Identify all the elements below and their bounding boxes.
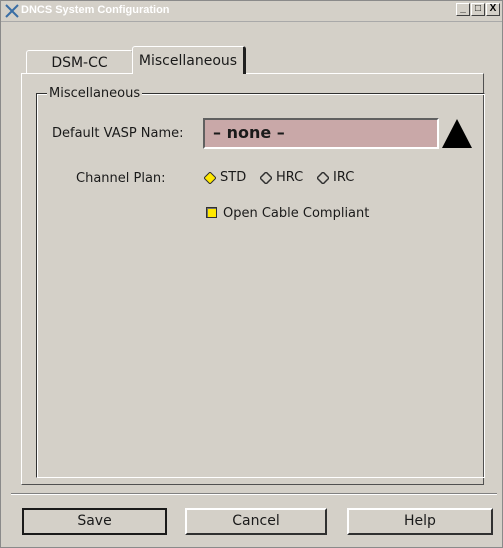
group-legend: Miscellaneous [47, 86, 143, 101]
radio-std[interactable]: STD [204, 170, 246, 185]
help-button[interactable]: Help [347, 508, 493, 535]
cancel-button[interactable]: Cancel [185, 508, 327, 535]
maximize-button[interactable]: □ [471, 3, 485, 16]
app-x-icon [5, 4, 19, 18]
open-cable-checkbox[interactable] [206, 207, 217, 218]
radio-std-label: STD [220, 170, 247, 185]
dialog-window: DNCS System Configuration _ □ X DSM-CC M… [0, 0, 503, 548]
radio-unselected-icon [317, 171, 329, 184]
miscellaneous-group [36, 93, 485, 478]
window-controls: _ □ X [456, 3, 500, 16]
vasp-dropdown-arrow-icon[interactable] [441, 118, 473, 149]
window-title: DNCS System Configuration [21, 4, 170, 16]
open-cable-label: Open Cable Compliant [223, 206, 370, 221]
close-button[interactable]: X [486, 3, 500, 16]
radio-hrc-label: HRC [276, 170, 304, 185]
radio-irc-label: IRC [333, 170, 355, 185]
radio-unselected-icon [260, 171, 272, 184]
save-button[interactable]: Save [22, 508, 167, 535]
minimize-button[interactable]: _ [456, 3, 470, 16]
tab-miscellaneous[interactable]: Miscellaneous [132, 46, 246, 74]
channel-plan-label: Channel Plan: [76, 171, 166, 186]
radio-irc[interactable]: IRC [317, 170, 354, 185]
vasp-name-value: – none – [213, 123, 285, 142]
vasp-name-field[interactable]: – none – [203, 118, 439, 149]
title-bar[interactable]: DNCS System Configuration _ □ X [1, 1, 502, 22]
tab-dsm-cc[interactable]: DSM-CC [26, 50, 133, 74]
radio-selected-icon [204, 171, 216, 184]
radio-hrc[interactable]: HRC [260, 170, 303, 185]
button-separator [11, 493, 497, 495]
vasp-label: Default VASP Name: [52, 126, 184, 141]
